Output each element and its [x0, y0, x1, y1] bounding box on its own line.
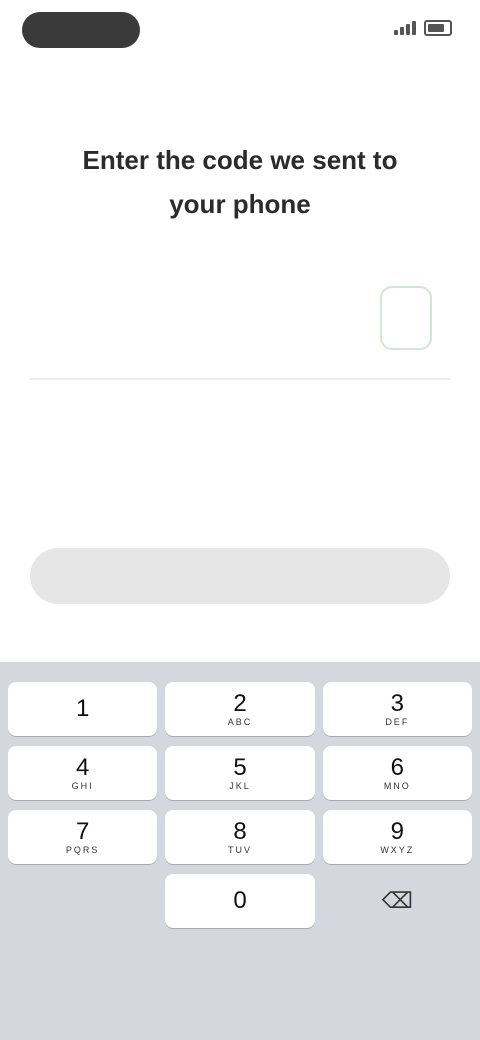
code-digit-6[interactable]	[379, 286, 432, 350]
code-digit-4[interactable]	[247, 286, 300, 350]
key-2[interactable]: 2 ABC	[165, 682, 315, 736]
key-number: 4	[75, 754, 90, 781]
battery-icon	[424, 20, 452, 36]
key-letters: WXYZ	[380, 845, 415, 855]
key-number: 7	[75, 818, 90, 845]
key-letters: TUV	[227, 845, 252, 855]
key-9[interactable]: 9 WXYZ	[322, 810, 472, 864]
status-icons	[394, 20, 452, 36]
key-number: 9	[390, 818, 404, 845]
status-bar	[0, 0, 480, 60]
key-number: 0	[233, 887, 247, 914]
key-8[interactable]: 8 TUV	[165, 810, 315, 864]
key-letters: JKL	[229, 781, 251, 791]
status-time-pill	[22, 12, 140, 48]
backspace-icon[interactable]: ⌫	[323, 874, 472, 928]
key-letters: PQRS	[65, 845, 100, 855]
key-0[interactable]: 0	[165, 874, 315, 928]
verification-code-input[interactable]	[48, 286, 432, 350]
numeric-keyboard: 1 2 ABC 3 DEF 4 GHI 5 JKL 6 MNO 7 PQRS 8 TUV 9 WXYZ 0 ⌫	[0, 662, 480, 1040]
key-number: 2	[233, 690, 247, 717]
key-number: 3	[390, 690, 404, 717]
key-grid: 1 2 ABC 3 DEF 4 GHI 5 JKL 6 MNO 7 PQRS 8 TUV 9 WXYZ 0 ⌫	[8, 682, 472, 928]
key-1[interactable]: 1	[8, 682, 158, 736]
code-digit-3[interactable]	[180, 286, 233, 350]
code-digit-2[interactable]	[114, 286, 167, 350]
key-7[interactable]: 7 PQRS	[8, 810, 158, 864]
submit-button[interactable]	[30, 548, 450, 604]
back-button[interactable]	[10, 70, 70, 94]
key-letters: DEF	[385, 717, 410, 727]
key-6[interactable]: 6 MNO	[322, 746, 472, 800]
key-letters: MNO	[383, 781, 411, 791]
key-4[interactable]: 4 GHI	[8, 746, 158, 800]
key-number: 6	[390, 754, 404, 781]
key-letters: ABC	[227, 717, 253, 727]
key-number: 8	[233, 818, 247, 845]
key-blank	[8, 874, 157, 928]
code-digit-5[interactable]	[313, 286, 366, 350]
key-number: 1	[75, 695, 90, 722]
key-5[interactable]: 5 JKL	[165, 746, 315, 800]
page-title: Enter the code we sent to your phone	[82, 145, 398, 219]
key-number: 5	[233, 754, 247, 781]
code-digit-1[interactable]	[48, 286, 100, 350]
signal-icon	[394, 21, 416, 35]
key-3[interactable]: 3 DEF	[322, 682, 472, 736]
divider	[30, 378, 450, 380]
key-letters: GHI	[71, 781, 94, 791]
